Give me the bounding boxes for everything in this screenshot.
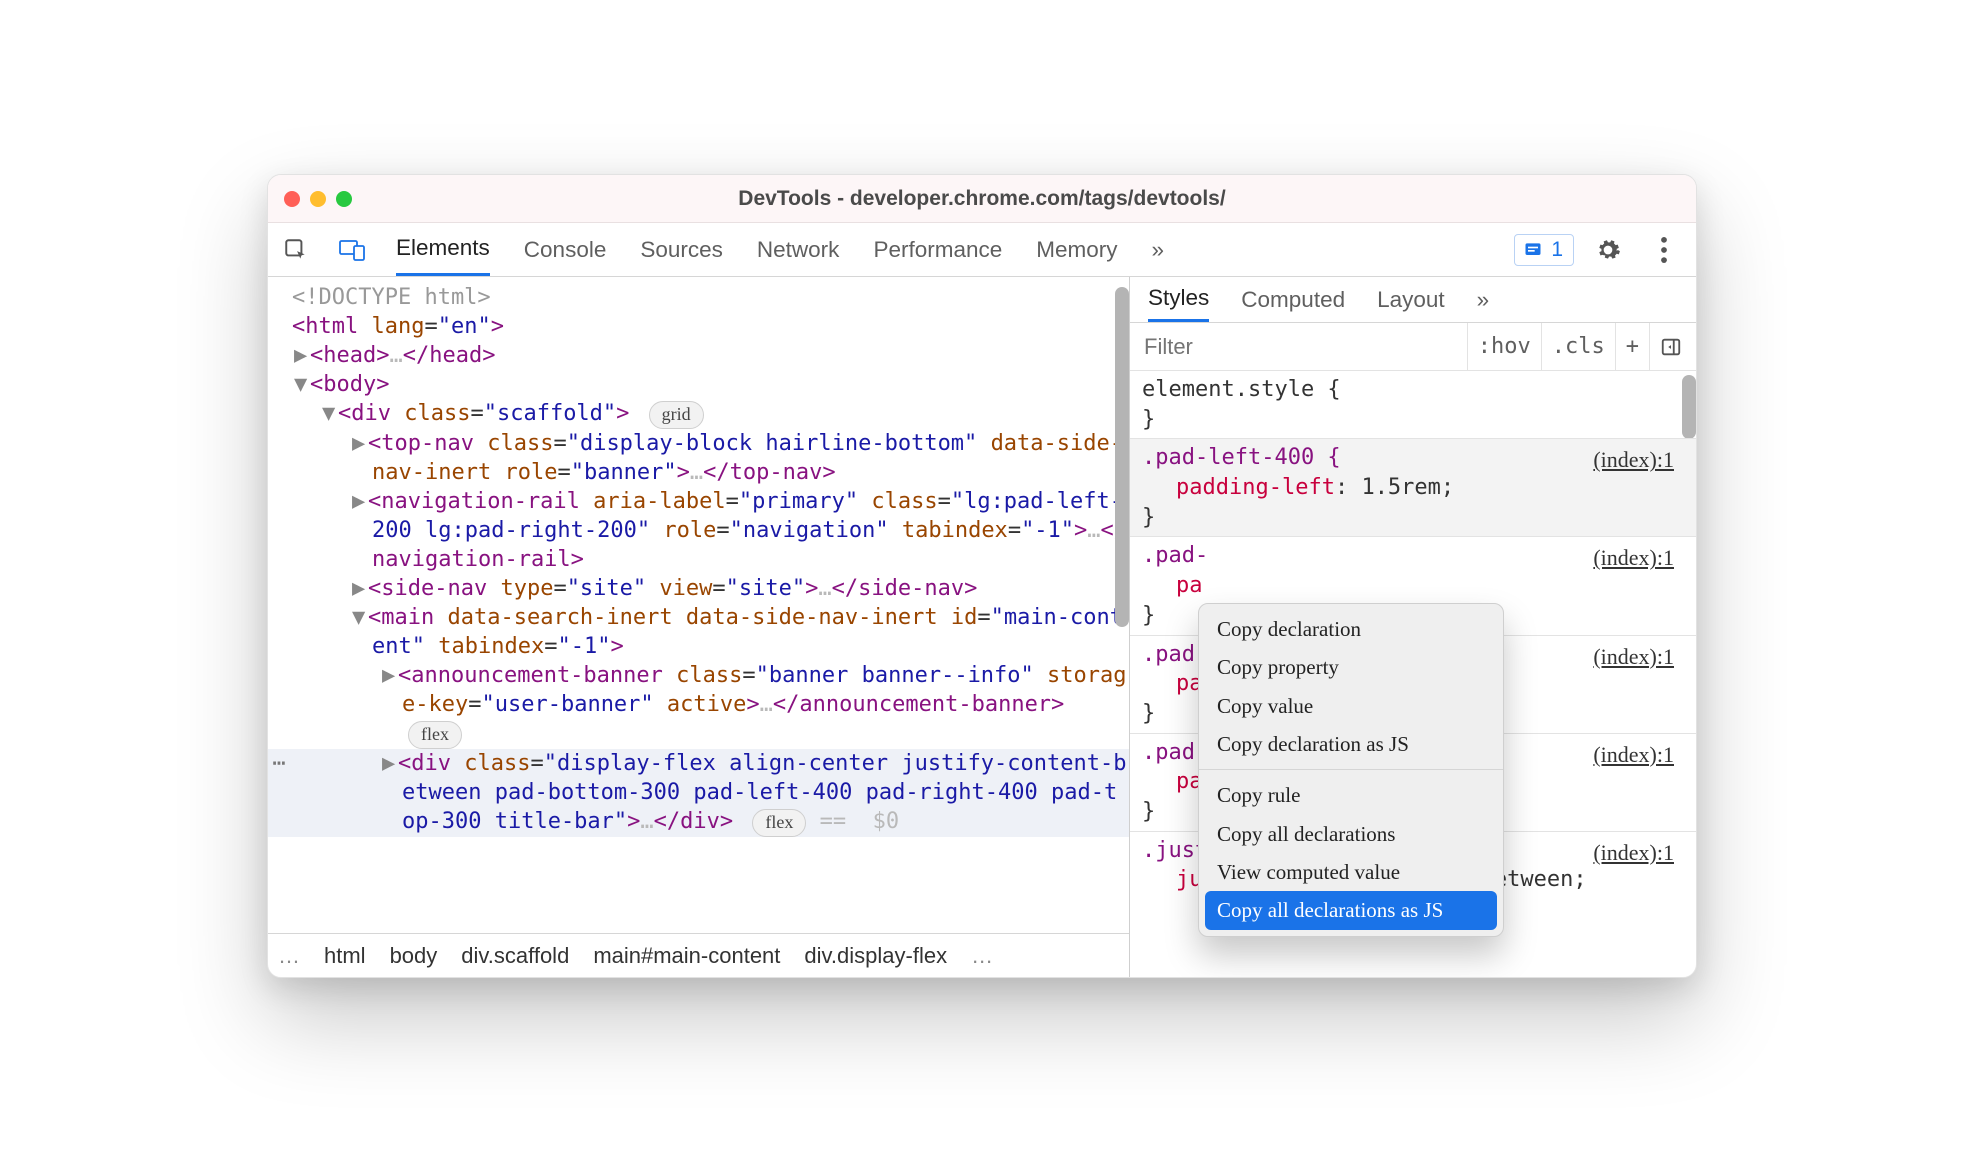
tab-console[interactable]: Console bbox=[524, 223, 607, 276]
device-toolbar-icon[interactable] bbox=[330, 228, 374, 272]
styles-list[interactable]: element.style { } .pad-left-400 { (index… bbox=[1130, 371, 1696, 977]
settings-gear-icon[interactable] bbox=[1586, 228, 1630, 272]
cls-toggle[interactable]: .cls bbox=[1541, 323, 1615, 370]
menu-separator bbox=[1199, 769, 1503, 770]
tabs-overflow[interactable]: » bbox=[1152, 223, 1165, 276]
dom-line[interactable]: ▶<side-nav type="site" view="site">…</si… bbox=[268, 574, 1129, 603]
inspect-element-icon[interactable] bbox=[274, 228, 318, 272]
styles-filter-bar: :hov .cls + bbox=[1130, 323, 1696, 371]
new-rule-button[interactable]: + bbox=[1615, 323, 1649, 370]
css-declaration[interactable]: padding-left: 1.5rem; bbox=[1142, 473, 1684, 503]
dom-line: <!DOCTYPE html> bbox=[268, 283, 1129, 312]
menu-copy-declaration-js[interactable]: Copy declaration as JS bbox=[1199, 725, 1503, 763]
workspace: <!DOCTYPE html> <html lang="en"> ▶<head>… bbox=[268, 277, 1696, 977]
filter-input[interactable] bbox=[1130, 323, 1467, 370]
menu-copy-property[interactable]: Copy property bbox=[1199, 648, 1503, 686]
styles-panel: Styles Computed Layout » :hov .cls + ele… bbox=[1130, 277, 1696, 977]
style-rule-pad-left-400[interactable]: .pad-left-400 { (index):1 padding-left: … bbox=[1130, 438, 1696, 536]
main-tabs: Elements Console Sources Network Perform… bbox=[396, 223, 1164, 276]
main-toolbar: Elements Console Sources Network Perform… bbox=[268, 223, 1696, 277]
devtools-window: DevTools - developer.chrome.com/tags/dev… bbox=[267, 174, 1697, 978]
dom-line[interactable]: ▼<main data-search-inert data-side-nav-i… bbox=[268, 603, 1129, 661]
dom-line-selected[interactable]: ▶<div class="display-flex align-center j… bbox=[268, 749, 1129, 837]
menu-copy-all-declarations[interactable]: Copy all declarations bbox=[1199, 815, 1503, 853]
crumb-scaffold[interactable]: div.scaffold bbox=[461, 943, 569, 969]
crumb-div[interactable]: div.display-flex bbox=[804, 943, 947, 969]
subtab-computed[interactable]: Computed bbox=[1241, 277, 1345, 322]
layout-badge-flex[interactable]: flex bbox=[752, 809, 806, 837]
menu-copy-rule[interactable]: Copy rule bbox=[1199, 776, 1503, 814]
issues-button[interactable]: 1 bbox=[1514, 234, 1574, 266]
source-link[interactable]: (index):1 bbox=[1593, 740, 1674, 770]
menu-copy-all-declarations-js[interactable]: Copy all declarations as JS bbox=[1205, 891, 1497, 929]
tab-network[interactable]: Network bbox=[757, 223, 840, 276]
subtab-styles[interactable]: Styles bbox=[1148, 277, 1209, 322]
tab-elements[interactable]: Elements bbox=[396, 223, 490, 276]
elements-panel: <!DOCTYPE html> <html lang="en"> ▶<head>… bbox=[268, 277, 1130, 977]
source-link[interactable]: (index):1 bbox=[1593, 642, 1674, 672]
window-title: DevTools - developer.chrome.com/tags/dev… bbox=[268, 187, 1696, 211]
tab-sources[interactable]: Sources bbox=[640, 223, 723, 276]
hov-toggle[interactable]: :hov bbox=[1467, 323, 1541, 370]
titlebar: DevTools - developer.chrome.com/tags/dev… bbox=[268, 175, 1696, 223]
scrollbar-thumb[interactable] bbox=[1115, 287, 1129, 627]
crumb-body[interactable]: body bbox=[390, 943, 438, 969]
layout-badge-grid[interactable]: grid bbox=[649, 401, 704, 429]
crumb-html[interactable]: html bbox=[324, 943, 366, 969]
issues-count: 1 bbox=[1551, 238, 1563, 262]
tab-memory[interactable]: Memory bbox=[1036, 223, 1117, 276]
breadcrumb-ellipsis[interactable]: … bbox=[278, 943, 300, 969]
subtab-layout[interactable]: Layout bbox=[1377, 277, 1445, 322]
tab-performance[interactable]: Performance bbox=[873, 223, 1002, 276]
kebab-menu-icon[interactable] bbox=[1642, 228, 1686, 272]
dom-tree[interactable]: <!DOCTYPE html> <html lang="en"> ▶<head>… bbox=[268, 277, 1129, 933]
source-link[interactable]: (index):1 bbox=[1593, 445, 1674, 475]
source-link[interactable]: (index):1 bbox=[1593, 543, 1674, 573]
breadcrumb: … html body div.scaffold main#main-conte… bbox=[268, 933, 1129, 977]
context-menu: Copy declaration Copy property Copy valu… bbox=[1198, 603, 1504, 937]
dom-line[interactable]: ▼<body> bbox=[268, 370, 1129, 399]
layout-badge-flex[interactable]: flex bbox=[408, 721, 462, 749]
style-rule-element[interactable]: element.style { } bbox=[1130, 371, 1696, 438]
side-tabs: Styles Computed Layout » bbox=[1130, 277, 1696, 323]
dom-line[interactable]: <html lang="en"> bbox=[268, 312, 1129, 341]
source-link[interactable]: (index):1 bbox=[1593, 838, 1674, 868]
breadcrumb-ellipsis[interactable]: … bbox=[971, 943, 993, 969]
dom-line[interactable]: ▼<div class="scaffold"> grid bbox=[268, 399, 1129, 429]
crumb-main[interactable]: main#main-content bbox=[593, 943, 780, 969]
subtabs-overflow[interactable]: » bbox=[1477, 277, 1490, 322]
dom-line[interactable]: ▶<head>…</head> bbox=[268, 341, 1129, 370]
dom-line[interactable]: ▶<announcement-banner class="banner bann… bbox=[268, 661, 1129, 749]
menu-copy-declaration[interactable]: Copy declaration bbox=[1199, 610, 1503, 648]
panel-toggle-icon[interactable] bbox=[1649, 323, 1696, 370]
dom-line[interactable]: ▶<top-nav class="display-block hairline-… bbox=[268, 429, 1129, 487]
menu-copy-value[interactable]: Copy value bbox=[1199, 687, 1503, 725]
menu-view-computed[interactable]: View computed value bbox=[1199, 853, 1503, 891]
dom-line[interactable]: ▶<navigation-rail aria-label="primary" c… bbox=[268, 487, 1129, 574]
